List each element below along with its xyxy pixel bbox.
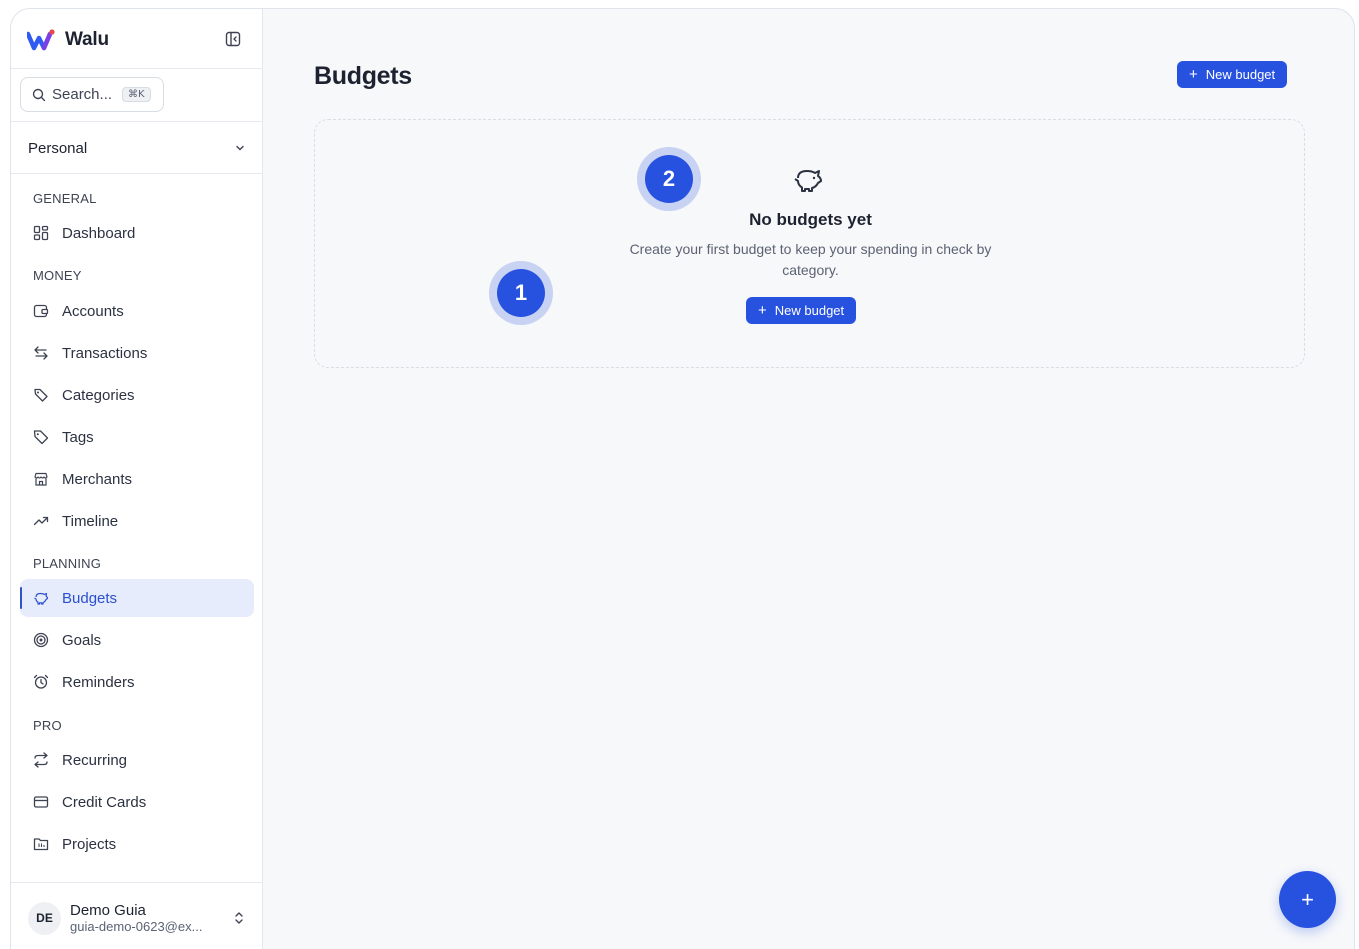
sidebar-item-credit-cards[interactable]: Credit Cards: [20, 783, 254, 821]
user-name: Demo Guia: [70, 901, 146, 919]
step-marker-number: 1: [497, 269, 545, 317]
empty-state-card: No budgets yet Create your first budget …: [314, 119, 1305, 368]
user-menu[interactable]: DE Demo Guia guia-demo-0623@ex...: [28, 897, 246, 939]
chevron-down-icon: [236, 145, 244, 151]
search-placeholder: Search...: [52, 86, 113, 103]
trending-up-icon: [33, 516, 49, 526]
avatar: DE: [28, 901, 61, 935]
sidebar-item-timeline[interactable]: Timeline: [20, 502, 254, 540]
sidebar-item-goals[interactable]: Goals: [20, 621, 254, 659]
search-icon: [32, 88, 46, 101]
target-icon: [33, 632, 49, 648]
sidebar-item-transactions[interactable]: Transactions: [20, 334, 254, 372]
sidebar-item-label: Accounts: [62, 302, 124, 320]
app-window: Walu Search... ⌘K Personal GENERAL Dashb…: [10, 8, 1355, 949]
chevron-up-down-icon: [235, 912, 243, 924]
sidebar-item-label: Reminders: [62, 673, 135, 691]
empty-state-title: No budgets yet: [749, 210, 872, 229]
workspace-label: Personal: [28, 139, 88, 157]
repeat-icon: [34, 752, 48, 768]
section-title-pro: PRO: [33, 718, 62, 733]
divider: [11, 68, 263, 69]
folder-icon: [33, 838, 49, 851]
divider: [11, 882, 263, 883]
wallet-icon: [33, 304, 49, 318]
piggy-bank-icon: [34, 592, 49, 605]
tags-icon: [34, 388, 48, 402]
plus-icon: +: [758, 302, 767, 319]
quick-add-button[interactable]: +: [1279, 871, 1336, 928]
workspace-selector[interactable]: Personal: [28, 137, 246, 159]
divider: [11, 173, 263, 174]
step-marker-1: 1: [489, 261, 553, 325]
sidebar-item-projects[interactable]: Projects: [20, 825, 254, 863]
new-budget-label: New budget: [1205, 67, 1276, 82]
search-input[interactable]: Search... ⌘K: [20, 77, 164, 112]
sidebar-item-merchants[interactable]: Merchants: [20, 460, 254, 498]
arrows-exchange-icon: [34, 346, 48, 360]
section-title-general: GENERAL: [33, 191, 97, 206]
new-budget-label: New budget: [774, 303, 845, 318]
sidebar-item-label: Transactions: [62, 344, 148, 362]
sidebar-item-label: Tags: [62, 428, 94, 446]
walu-logo-icon: [27, 29, 55, 51]
new-budget-button-empty-state[interactable]: + New budget: [746, 297, 857, 324]
user-email: guia-demo-0623@ex...: [70, 918, 203, 934]
section-title-planning: PLANNING: [33, 556, 102, 571]
brand[interactable]: Walu: [27, 29, 109, 51]
sidebar-item-label: Timeline: [62, 512, 119, 530]
sidebar-item-label: Projects: [62, 835, 117, 853]
sidebar: Walu Search... ⌘K Personal GENERAL Dashb…: [11, 9, 263, 949]
user-info: Demo Guia guia-demo-0623@ex...: [70, 902, 220, 935]
app-name: Walu: [65, 29, 109, 50]
search-shortcut: ⌘K: [122, 87, 151, 102]
alarm-clock-icon: [33, 674, 49, 689]
sidebar-item-label: Dashboard: [62, 224, 136, 242]
sidebar-item-reminders[interactable]: Reminders: [20, 663, 254, 701]
sidebar-item-label: Goals: [62, 631, 102, 649]
page-title: Budgets: [314, 62, 412, 90]
sidebar-collapse-icon[interactable]: [225, 31, 241, 47]
sidebar-item-categories[interactable]: Categories: [20, 376, 254, 414]
sidebar-item-label: Budgets: [62, 589, 118, 607]
piggy-bank-icon: [794, 170, 822, 192]
sidebar-item-label: Credit Cards: [62, 793, 147, 811]
sidebar-item-accounts[interactable]: Accounts: [20, 292, 254, 330]
step-marker-number: 2: [645, 155, 693, 203]
sidebar-item-label: Recurring: [62, 751, 128, 769]
credit-card-icon: [33, 796, 49, 808]
plus-icon: +: [1189, 66, 1198, 83]
empty-state-description: Create your first budget to keep your sp…: [629, 241, 992, 278]
sidebar-item-tags[interactable]: Tags: [20, 418, 254, 456]
new-budget-button[interactable]: + New budget: [1177, 61, 1288, 88]
dashboard-icon: [33, 225, 49, 241]
tag-icon: [33, 430, 49, 445]
sidebar-item-recurring[interactable]: Recurring: [20, 741, 254, 779]
sidebar-item-label: Categories: [62, 386, 135, 404]
sidebar-item-budgets[interactable]: Budgets: [20, 579, 254, 617]
step-marker-2: 2: [637, 147, 701, 211]
store-icon: [34, 472, 48, 486]
section-title-money: MONEY: [33, 268, 82, 283]
divider: [11, 121, 263, 122]
sidebar-item-dashboard[interactable]: Dashboard: [20, 214, 254, 252]
sidebar-item-label: Merchants: [62, 470, 133, 488]
